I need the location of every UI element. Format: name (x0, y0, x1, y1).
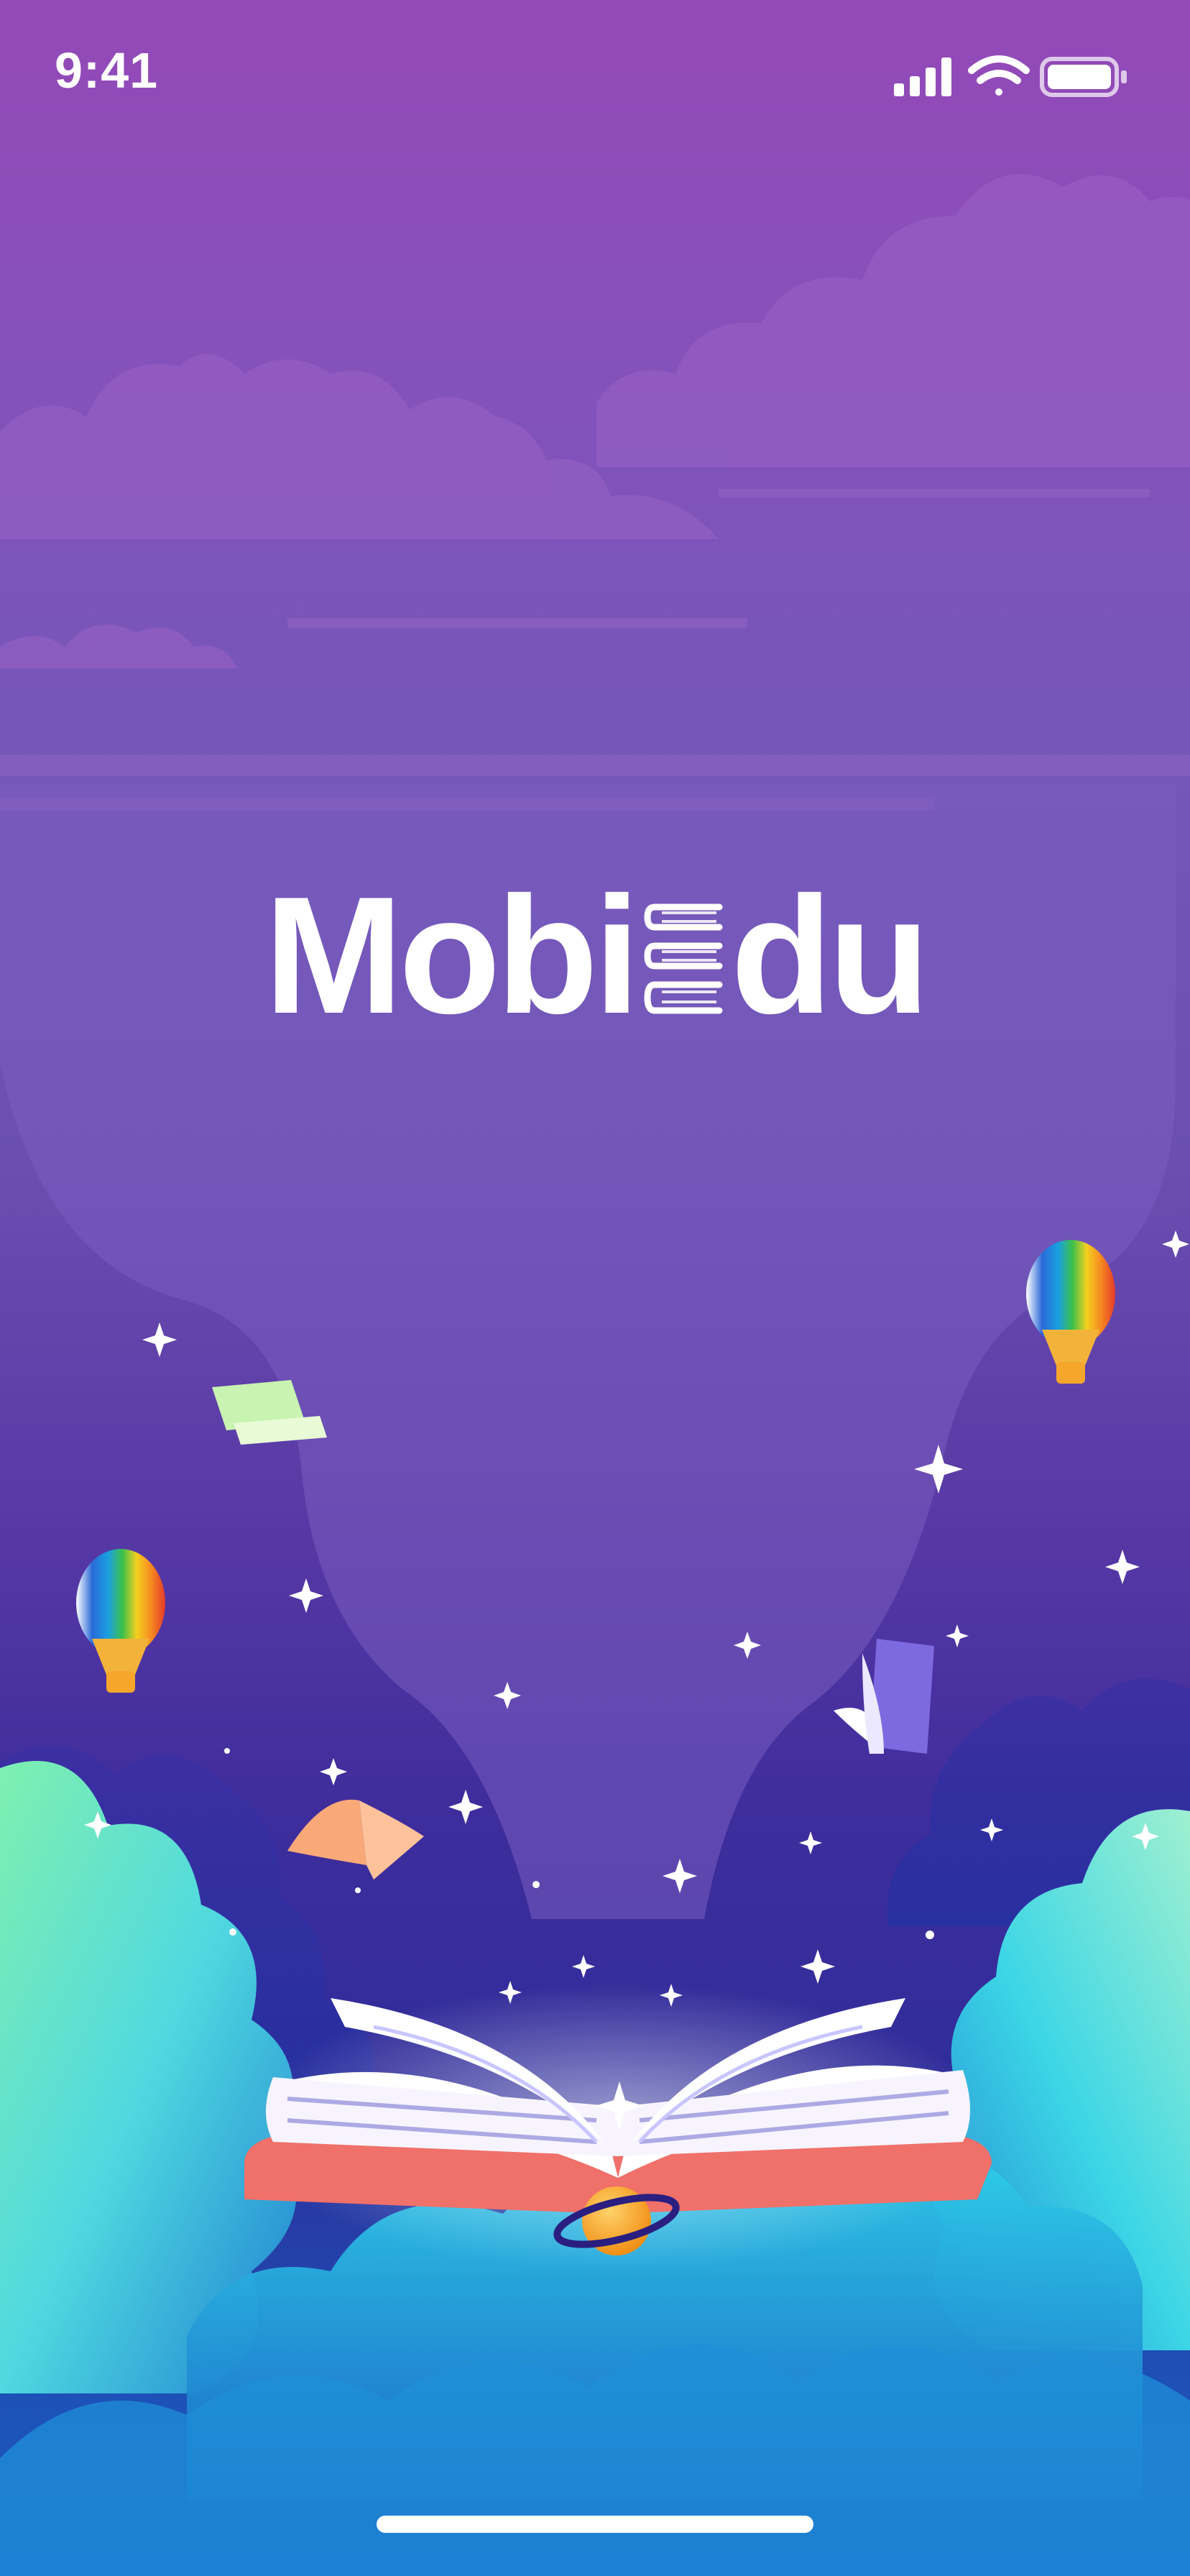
home-indicator[interactable] (377, 2516, 813, 2533)
status-icons (894, 55, 1127, 97)
splash-illustration (0, 174, 1190, 2576)
status-time: 9:41 (55, 42, 159, 98)
floating-book-orange (287, 1799, 424, 1880)
balloon-art-left (76, 1549, 165, 1693)
wifi-icon (968, 55, 1030, 96)
logo-text-du: du (730, 862, 930, 1049)
splash-screen: 9:41 Mobi du (0, 0, 1190, 2576)
cellular-signal-icon (894, 58, 951, 96)
app-logo: Mobi du (0, 870, 1190, 1042)
balloon-art-right (1026, 1240, 1115, 1384)
logo-text-mobi: Mobi (264, 862, 640, 1049)
books-e-icon (644, 903, 723, 1014)
battery-icon (1040, 57, 1127, 97)
status-bar: 9:41 (0, 0, 1190, 151)
